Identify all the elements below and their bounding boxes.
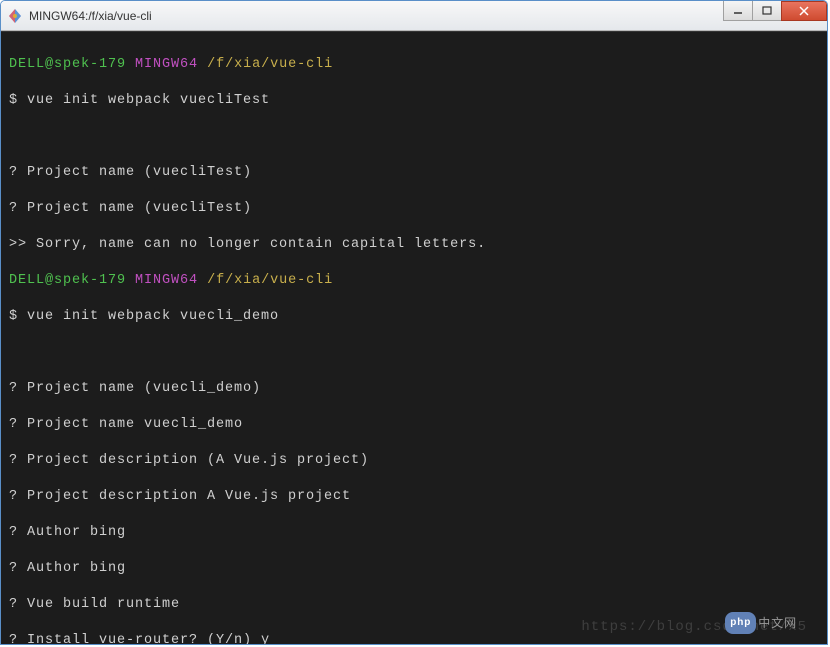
corner-logo: php 中文网 [725,612,797,634]
terminal-line: >> Sorry, name can no longer contain cap… [9,236,819,254]
terminal-line: DELL@spek-179 MINGW64 /f/xia/vue-cli [9,272,819,290]
app-icon [7,8,23,24]
prompt-env: MINGW64 [135,57,198,72]
terminal[interactable]: DELL@spek-179 MINGW64 /f/xia/vue-cli $ v… [1,31,827,644]
prompt-user: DELL@spek-179 [9,273,126,288]
prompt-env: MINGW64 [135,273,198,288]
terminal-line: DELL@spek-179 MINGW64 /f/xia/vue-cli [9,56,819,74]
terminal-line: ? Vue build runtime [9,596,819,614]
titlebar[interactable]: MINGW64:/f/xia/vue-cli [1,1,827,31]
terminal-line: ? Project name (vuecliTest) [9,200,819,218]
terminal-line: ? Author bing [9,560,819,578]
corner-cn-text: 中文网 [758,614,797,632]
terminal-line [9,128,819,146]
prompt-path: /f/xia/vue-cli [207,273,333,288]
terminal-line: ? Project name (vuecliTest) [9,164,819,182]
window-title: MINGW64:/f/xia/vue-cli [29,9,821,23]
app-window: MINGW64:/f/xia/vue-cli DELL@spek-179 MIN… [0,0,828,645]
terminal-line: ? Project description A Vue.js project [9,488,819,506]
window-controls [724,1,827,21]
prompt-user: DELL@spek-179 [9,57,126,72]
terminal-line: ? Project name vuecli_demo [9,416,819,434]
maximize-button[interactable] [752,1,782,21]
terminal-line: ? Project description (A Vue.js project) [9,452,819,470]
terminal-line: ? Project name (vuecli_demo) [9,380,819,398]
terminal-line [9,344,819,362]
close-button[interactable] [781,1,827,21]
prompt-path: /f/xia/vue-cli [207,57,333,72]
minimize-button[interactable] [723,1,753,21]
terminal-line: ? Author bing [9,524,819,542]
terminal-line: $ vue init webpack vuecliTest [9,92,819,110]
php-badge: php [725,612,756,634]
terminal-line: $ vue init webpack vuecli_demo [9,308,819,326]
